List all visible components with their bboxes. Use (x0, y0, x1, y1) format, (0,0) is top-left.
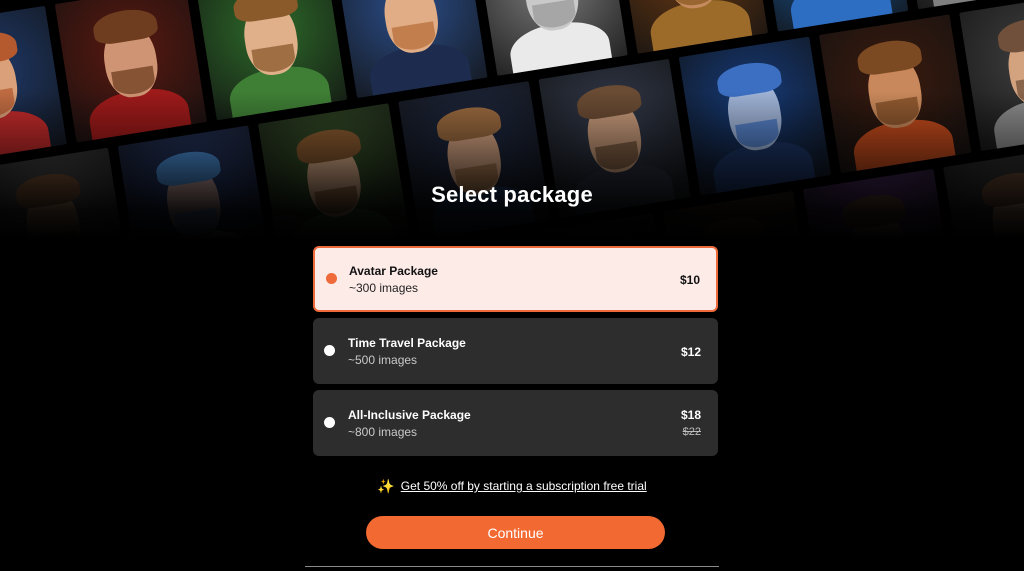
package-price: $10 (679, 273, 700, 287)
avatar-portrait (819, 14, 972, 174)
avatar-portrait (54, 0, 208, 143)
avatar-portrait (678, 36, 832, 196)
package-list: Avatar Package ~300 images $10 Time Trav… (313, 246, 718, 462)
package-image-count: ~800 images (348, 425, 418, 439)
avatar-portrait (475, 0, 628, 76)
package-name: Avatar Package (349, 264, 438, 278)
avatar-portrait (959, 0, 1024, 152)
package-price: $12 (680, 345, 701, 359)
package-original-price: $22 (682, 426, 701, 438)
package-price: $18 (680, 408, 701, 422)
package-name: All-Inclusive Package (348, 408, 471, 422)
subscription-trial-link[interactable]: Get 50% off by starting a subscription f… (401, 479, 647, 493)
sparkles-icon: ✨ (377, 478, 395, 494)
package-option-time-travel[interactable]: Time Travel Package ~500 images $12 (313, 318, 718, 384)
radio-unselected-icon[interactable] (324, 417, 335, 428)
package-option-avatar[interactable]: Avatar Package ~300 images $10 (313, 246, 718, 312)
package-image-count: ~300 images (349, 281, 419, 295)
avatar-portrait (0, 5, 67, 165)
avatar-portrait (398, 81, 551, 240)
avatar-portrait (335, 0, 488, 99)
subscription-promo: ✨ Get 50% off by starting a subscription … (0, 478, 1024, 495)
page-title: Select package (431, 182, 593, 207)
continue-button[interactable]: Continue (366, 516, 665, 549)
package-name: Time Travel Package (348, 336, 466, 350)
package-option-all-inclusive[interactable]: All-Inclusive Package ~800 images $18 $2… (313, 390, 718, 456)
avatar-portrait (258, 103, 411, 240)
radio-unselected-icon[interactable] (324, 345, 335, 356)
avatar-portrait (195, 0, 348, 121)
bottom-divider (305, 566, 719, 567)
package-image-count: ~500 images (348, 353, 418, 367)
radio-selected-icon[interactable] (326, 273, 337, 284)
package-selection-page: Select package Avatar Package ~300 image… (0, 0, 1024, 571)
